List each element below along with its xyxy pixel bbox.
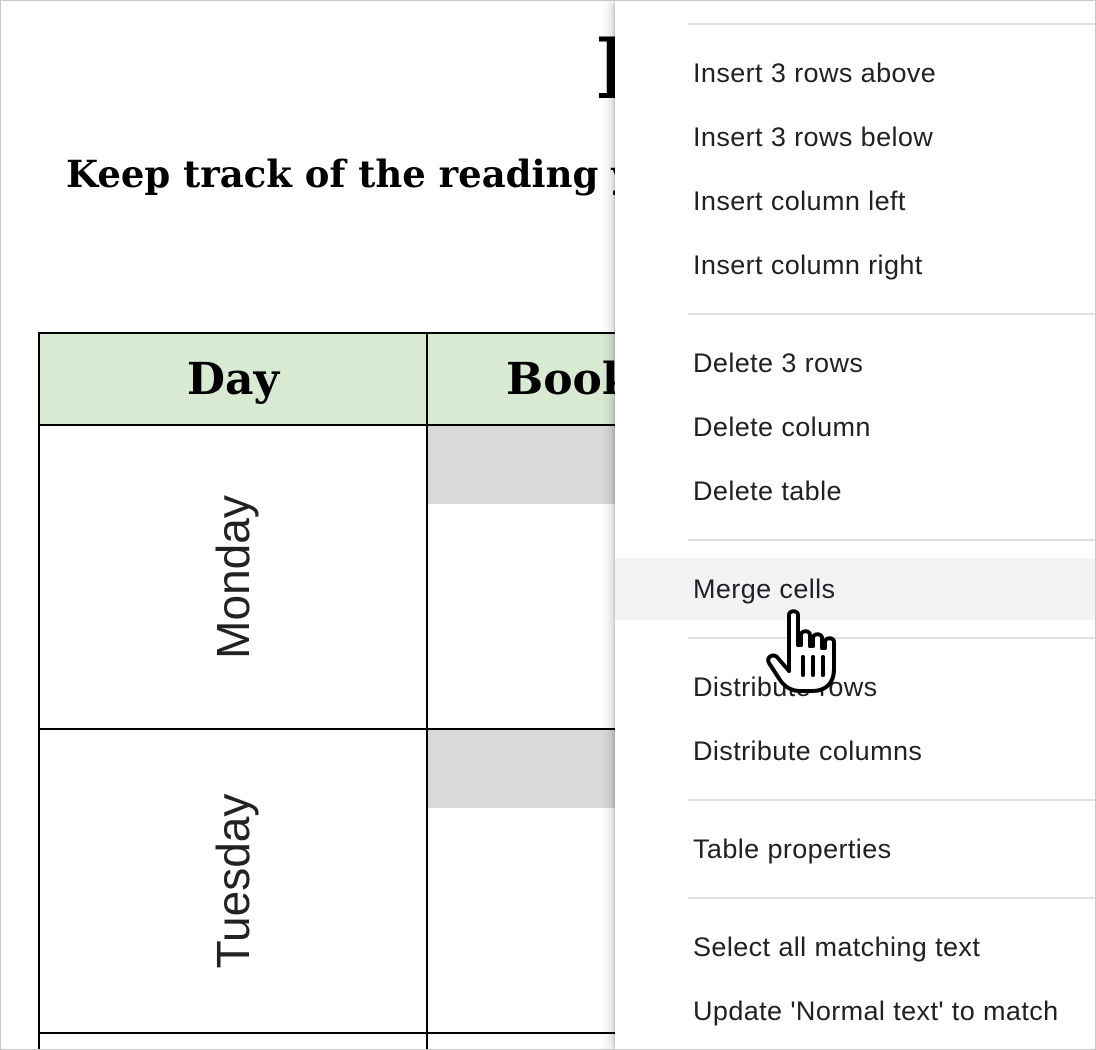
menu-separator <box>688 23 1095 25</box>
menu-item-merge-cells[interactable]: Merge cells <box>615 558 1095 620</box>
menu-item-table-properties[interactable]: Table properties <box>615 818 1095 880</box>
menu-item-distribute-rows[interactable]: Distribute rows <box>615 656 1095 718</box>
menu-item-select-matching-text[interactable]: Select all matching text <box>615 916 1095 978</box>
day-cell[interactable] <box>38 1032 428 1049</box>
menu-separator <box>688 313 1095 315</box>
menu-item-delete-column[interactable]: Delete column <box>615 396 1095 458</box>
menu-separator <box>688 897 1095 899</box>
menu-item-delete-rows[interactable]: Delete 3 rows <box>615 332 1095 394</box>
menu-item-insert-column-left[interactable]: Insert column left <box>615 170 1095 232</box>
day-cell-monday[interactable]: Monday <box>38 424 428 730</box>
table-header-day[interactable]: Day <box>38 332 428 426</box>
table-context-menu: Insert 3 rows above Insert 3 rows below … <box>615 1 1095 1049</box>
day-label: Monday <box>207 495 259 659</box>
menu-separator <box>688 637 1095 639</box>
document-viewport: I Keep track of the reading you Day Book… <box>0 0 1096 1050</box>
menu-item-delete-table[interactable]: Delete table <box>615 460 1095 522</box>
menu-separator <box>688 539 1095 541</box>
menu-item-insert-rows-above[interactable]: Insert 3 rows above <box>615 42 1095 104</box>
menu-separator <box>688 799 1095 801</box>
menu-item-distribute-columns[interactable]: Distribute columns <box>615 720 1095 782</box>
document-subtitle: Keep track of the reading you <box>66 152 685 196</box>
menu-item-insert-rows-below[interactable]: Insert 3 rows below <box>615 106 1095 168</box>
day-label: Tuesday <box>207 793 259 969</box>
day-cell-tuesday[interactable]: Tuesday <box>38 728 428 1034</box>
menu-item-insert-column-right[interactable]: Insert column right <box>615 234 1095 296</box>
menu-item-update-normal-text[interactable]: Update 'Normal text' to match <box>615 980 1095 1042</box>
